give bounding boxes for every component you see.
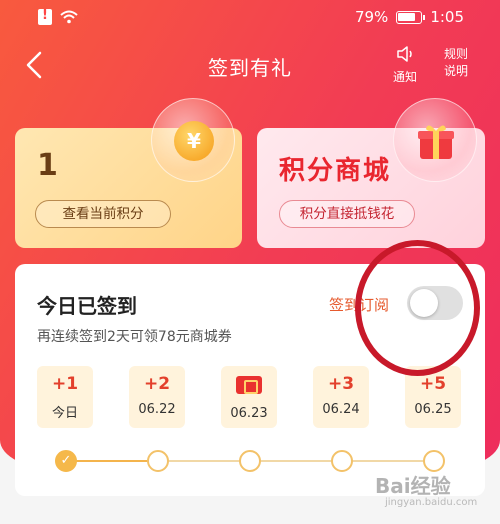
day-card: +5 06.25 (405, 366, 461, 428)
speaker-icon (397, 46, 412, 62)
status-bar: 79% 1:05 (0, 0, 500, 36)
rules-label-line1: 规则 (443, 47, 468, 61)
progress-line-done (65, 460, 159, 462)
rules-button[interactable]: 规则 说明 (438, 46, 474, 80)
check-icon: ✓ (55, 450, 77, 472)
rules-label-line2: 说明 (443, 64, 468, 78)
points-mall-card[interactable]: 积分商城 积分直接抵钱花 (257, 98, 485, 248)
progress-dot (331, 450, 353, 472)
points-card[interactable]: ¥ 1 查看当前积分 (15, 98, 242, 248)
battery-icon (396, 10, 426, 24)
day-reward: +1 (51, 374, 79, 394)
sim-alert-icon (38, 8, 52, 25)
page-title: 签到有礼 (208, 56, 292, 80)
watermark-brand: Bai (375, 474, 411, 498)
watermark-brand-cn: 经验 (410, 474, 451, 498)
day-date: 06.22 (138, 402, 176, 417)
checkin-title: 今日已签到 (37, 294, 137, 318)
subscribe-label: 签到订阅 (329, 296, 390, 314)
day-date: 06.23 (230, 406, 268, 421)
gift-icon (418, 125, 454, 159)
nav-bar: 签到有礼 通知 规则 说明 (0, 40, 500, 90)
notify-label: 通知 (392, 70, 417, 84)
day-reward: +5 (419, 374, 447, 394)
mall-title: 积分商城 (279, 156, 392, 186)
coin-icon: ¥ (174, 121, 214, 161)
subscribe-toggle[interactable] (407, 286, 463, 320)
checkin-card: 今日已签到 再连续签到2天可领78元商城券 签到订阅 +1 今日 +2 06.2… (15, 264, 485, 496)
toggle-knob (410, 289, 438, 317)
day-date: 06.25 (414, 402, 452, 417)
view-points-button[interactable]: 查看当前积分 (35, 200, 171, 228)
day-date: 今日 (51, 406, 78, 421)
back-arrow-icon[interactable] (20, 48, 50, 82)
gift-bubble (393, 98, 477, 182)
progress-dot (147, 450, 169, 472)
checkin-subtitle: 再连续签到2天可领78元商城券 (37, 329, 232, 345)
coupon-icon (236, 376, 262, 394)
progress-dot (239, 450, 261, 472)
mall-button[interactable]: 积分直接抵钱花 (279, 200, 415, 228)
watermark-url: jingyan.baidu.com (385, 497, 478, 508)
progress-dot (423, 450, 445, 472)
day-reward: +2 (143, 374, 171, 394)
day-card: 06.23 (221, 366, 277, 428)
day-date: 06.24 (322, 402, 360, 417)
day-card: +1 今日 (37, 366, 93, 428)
wifi-icon (60, 10, 78, 24)
day-card: +2 06.22 (129, 366, 185, 428)
day-reward: +3 (327, 374, 355, 394)
day-card: +3 06.24 (313, 366, 369, 428)
coin-bubble: ¥ (151, 98, 235, 182)
watermark-logo: Bai经验 (375, 470, 451, 499)
notify-button[interactable]: 通知 (388, 46, 422, 85)
checkin-days: +1 今日 +2 06.22 06.23 +3 06.24 +5 06.25 (37, 366, 477, 428)
points-value: 1 (37, 148, 58, 183)
battery-percent: 79% (354, 8, 389, 26)
clock: 1:05 (430, 8, 464, 26)
